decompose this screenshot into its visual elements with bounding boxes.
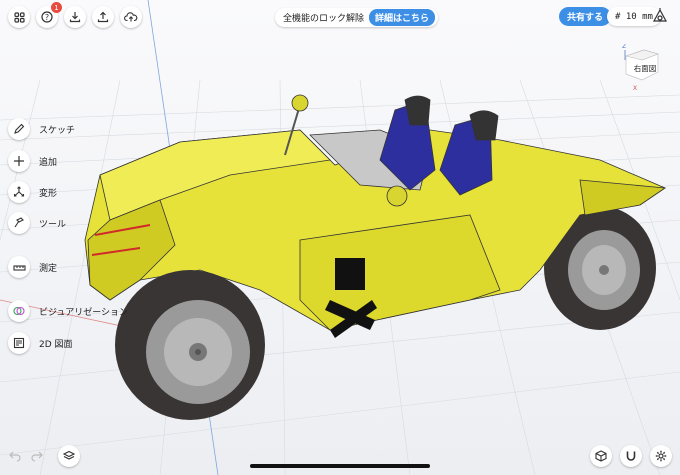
magnet-icon: [626, 451, 636, 461]
light-settings-icon: [652, 8, 668, 22]
tool-measure[interactable]: 測定: [8, 256, 57, 278]
tool-add[interactable]: 追加: [8, 150, 57, 172]
settings-button[interactable]: [650, 445, 672, 467]
grid-menu-button[interactable]: [8, 6, 30, 28]
tool-sketch[interactable]: スケッチ: [8, 118, 75, 140]
tool-visualization[interactable]: ビジュアリゼーション: [8, 300, 128, 322]
download-icon: [69, 12, 81, 23]
layers-icon: [63, 450, 75, 460]
top-left-toolbar: ? 1: [8, 2, 142, 28]
upload-icon: [97, 11, 109, 23]
front-wheel: [115, 270, 265, 420]
tool-transform[interactable]: 変形: [8, 181, 57, 203]
hammer-icon: [14, 217, 24, 228]
share-button[interactable]: 共有する: [559, 7, 612, 26]
bottom-right-controls: [590, 445, 672, 467]
help-button[interactable]: ? 1: [36, 2, 62, 28]
layers-button[interactable]: [58, 445, 80, 467]
redo-icon[interactable]: [30, 450, 44, 462]
grid-icon: [13, 11, 25, 23]
home-indicator: [250, 464, 430, 468]
pen-icon: [14, 123, 25, 134]
cloud-upload-icon: [124, 12, 138, 22]
axis-x-label: X: [633, 85, 637, 92]
tool-label-tools: ツール: [39, 219, 67, 230]
tool-label-add: 追加: [39, 157, 58, 168]
unlock-text: 全機能のロック解除: [283, 14, 365, 24]
unlock-banner: 全機能のロック解除 詳細はこちら: [275, 8, 439, 27]
tool-tools[interactable]: ツール: [8, 212, 66, 234]
ruler-icon: [12, 265, 26, 271]
tool-label-measure: 測定: [39, 263, 58, 274]
plus-icon: [14, 156, 24, 166]
undo-icon[interactable]: [8, 450, 22, 462]
export-button[interactable]: [92, 6, 114, 28]
view-face-label: 右面図: [634, 63, 657, 73]
details-button[interactable]: 詳細はこちら: [369, 9, 436, 26]
tool-2d-drawing[interactable]: 2D 図面: [8, 332, 73, 354]
gear-icon: [655, 450, 667, 462]
view-cube[interactable]: Z 右面図 X: [616, 43, 664, 96]
transform-icon: [13, 186, 25, 197]
scene-settings-button[interactable]: [650, 7, 670, 31]
material-button[interactable]: [590, 445, 612, 467]
import-button[interactable]: [64, 6, 86, 28]
tool-label-2d-drawing: 2D 図面: [39, 339, 73, 350]
svg-text:?: ?: [45, 13, 49, 22]
cloud-upload-button[interactable]: [120, 6, 142, 28]
tool-label-sketch: スケッチ: [39, 125, 76, 136]
snap-button[interactable]: [620, 445, 642, 467]
axis-z-label: Z: [622, 44, 626, 50]
tool-label-visualization: ビジュアリゼーション: [39, 307, 129, 318]
notification-badge: 1: [51, 2, 62, 13]
drawing-icon: [13, 337, 25, 349]
car-3d-model[interactable]: [0, 0, 680, 475]
visualization-icon: [13, 306, 25, 316]
bottom-left-controls: [8, 445, 80, 467]
question-icon: ?: [41, 11, 53, 23]
tool-label-transform: 変形: [39, 188, 58, 199]
cube-icon: [595, 450, 607, 462]
